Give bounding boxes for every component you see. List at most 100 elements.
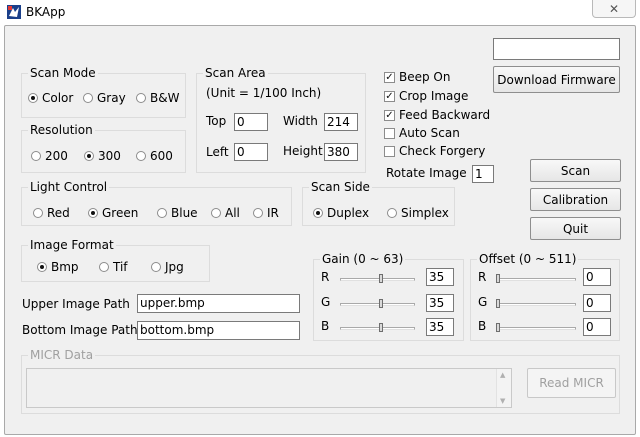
radio-bmp[interactable]: Bmp — [37, 260, 79, 274]
radio-600[interactable]: 600 — [136, 149, 173, 163]
left-label: Left — [206, 145, 229, 159]
offset-b-slider[interactable] — [496, 327, 576, 330]
offset-g-input[interactable]: 0 — [583, 294, 611, 312]
read-micr-button[interactable]: Read MICR — [527, 368, 616, 398]
radio-color[interactable]: Color — [28, 91, 73, 105]
offset-g-label: G — [478, 295, 488, 309]
calibration-button[interactable]: Calibration — [530, 188, 621, 211]
radio-label: Red — [47, 206, 70, 220]
slider-thumb[interactable] — [496, 274, 500, 283]
offset-r-input[interactable]: 0 — [583, 268, 611, 286]
gain-group: Gain (0 ~ 63) R 35 G 35 B 35 — [313, 252, 464, 341]
light-control-group: Light Control Red Green Blue All IR — [21, 180, 292, 226]
height-input[interactable]: 380 — [324, 143, 358, 161]
upper-image-path-input[interactable]: upper.bmp — [137, 294, 300, 313]
resolution-title: Resolution — [28, 123, 95, 137]
checkbox-box — [384, 145, 395, 157]
radio-green[interactable]: Green — [88, 206, 138, 220]
radio-blue[interactable]: Blue — [157, 206, 198, 220]
radio-label: B&W — [150, 91, 180, 105]
radio-indicator — [84, 151, 94, 161]
close-button[interactable]: ✕ — [592, 0, 636, 18]
width-input[interactable]: 214 — [324, 113, 358, 131]
top-label: Top — [206, 114, 227, 128]
quit-button[interactable]: Quit — [530, 217, 621, 240]
offset-r-label: R — [478, 270, 487, 284]
resolution-group: Resolution 200 300 600 — [21, 123, 186, 173]
gain-b-slider[interactable] — [340, 327, 415, 330]
title-bar — [0, 0, 640, 24]
gain-r-slider[interactable] — [340, 278, 415, 281]
window-title: BKApp — [26, 5, 66, 19]
offset-g-slider[interactable] — [496, 303, 576, 306]
download-firmware-button[interactable]: Download Firmware — [493, 66, 620, 93]
beep-on-checkbox[interactable]: ✓ Beep On — [384, 70, 450, 84]
offset-b-input[interactable]: 0 — [583, 318, 611, 336]
check-forgery-checkbox[interactable]: Check Forgery — [384, 144, 485, 158]
rotate-image-input[interactable]: 1 — [472, 165, 494, 183]
status-field[interactable] — [493, 38, 620, 60]
radio-indicator — [37, 262, 47, 272]
scan-mode-group: Scan Mode Color Gray B&W — [21, 66, 186, 118]
micr-scrollbar[interactable]: ▲ ▼ — [496, 369, 511, 407]
radio-all[interactable]: All — [211, 206, 240, 220]
scroll-up-icon[interactable]: ▲ — [500, 371, 505, 379]
slider-thumb[interactable] — [379, 323, 384, 332]
radio-300[interactable]: 300 — [84, 149, 121, 163]
micr-data-textarea[interactable]: ▲ ▼ — [26, 368, 512, 408]
upper-image-path-label: Upper Image Path — [22, 297, 130, 311]
radio-red[interactable]: Red — [33, 206, 70, 220]
gain-g-input[interactable]: 35 — [426, 294, 454, 312]
rotate-image-label: Rotate Image — [386, 166, 467, 180]
check-mark-icon: ✓ — [384, 109, 395, 121]
radio-label: IR — [267, 206, 279, 220]
feed-backward-checkbox[interactable]: ✓ Feed Backward — [384, 108, 490, 122]
gain-g-slider[interactable] — [340, 303, 415, 306]
radio-label: Duplex — [327, 206, 370, 220]
slider-thumb[interactable] — [379, 299, 384, 308]
radio-ir[interactable]: IR — [253, 206, 279, 220]
radio-tif[interactable]: Tif — [99, 260, 128, 274]
scan-side-title: Scan Side — [309, 180, 372, 194]
radio-gray[interactable]: Gray — [83, 91, 126, 105]
scroll-down-icon[interactable]: ▼ — [500, 397, 505, 405]
crop-image-checkbox[interactable]: ✓ Crop Image — [384, 89, 468, 103]
slider-thumb[interactable] — [496, 323, 500, 332]
scan-button[interactable]: Scan — [530, 159, 621, 182]
radio-label: 300 — [98, 149, 121, 163]
slider-thumb[interactable] — [496, 299, 500, 308]
auto-scan-checkbox[interactable]: Auto Scan — [384, 126, 460, 140]
radio-jpg[interactable]: Jpg — [151, 260, 184, 274]
width-label: Width — [283, 114, 318, 128]
scan-area-group: Scan Area (Unit = 1/100 Inch) Top 0 Left… — [196, 66, 366, 173]
bottom-image-path-input[interactable]: bottom.bmp — [137, 321, 300, 340]
light-control-title: Light Control — [28, 180, 110, 194]
offset-r-slider[interactable] — [496, 278, 576, 281]
radio-indicator — [33, 208, 43, 218]
radio-label: Blue — [171, 206, 198, 220]
scan-side-group: Scan Side Duplex Simplex — [302, 180, 455, 226]
radio-duplex[interactable]: Duplex — [313, 206, 369, 220]
radio-indicator — [28, 93, 38, 103]
height-label: Height — [283, 144, 323, 158]
radio-indicator — [31, 151, 41, 161]
slider-thumb[interactable] — [379, 274, 384, 283]
radio-label: Color — [42, 91, 74, 105]
radio-label: 600 — [150, 149, 173, 163]
radio-200[interactable]: 200 — [31, 149, 68, 163]
top-input[interactable]: 0 — [234, 113, 268, 131]
radio-label: Simplex — [401, 206, 449, 220]
radio-indicator — [387, 208, 397, 218]
radio-simplex[interactable]: Simplex — [387, 206, 449, 220]
gain-r-input[interactable]: 35 — [426, 268, 454, 286]
checkbox-box — [384, 127, 395, 139]
micr-data-group: MICR Data ▲ ▼ Read MICR — [21, 348, 620, 414]
gain-b-input[interactable]: 35 — [426, 318, 454, 336]
gain-title: Gain (0 ~ 63) — [320, 252, 406, 266]
checkbox-label: Auto Scan — [399, 126, 460, 140]
left-input[interactable]: 0 — [234, 143, 268, 161]
checkbox-label: Crop Image — [399, 89, 469, 103]
radio-bw[interactable]: B&W — [136, 91, 179, 105]
scan-area-title: Scan Area — [203, 66, 268, 80]
radio-indicator — [151, 262, 161, 272]
